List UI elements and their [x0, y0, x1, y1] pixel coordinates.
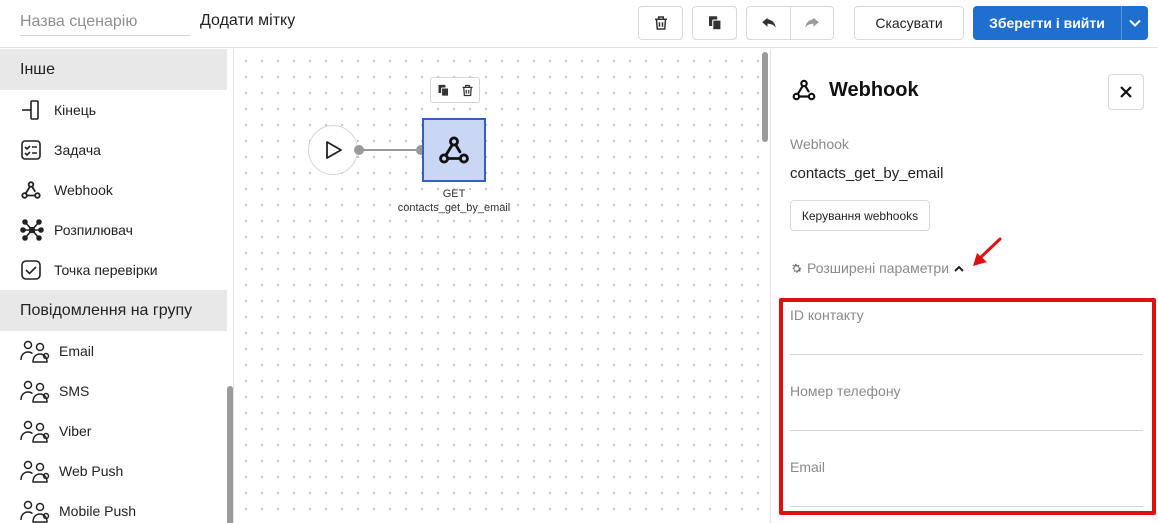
top-bar: Додати мітку Скасувати Зберегти і вийти — [0, 0, 1158, 48]
webhook-node[interactable] — [422, 118, 486, 182]
email-field: Email — [790, 459, 1143, 507]
sidebar-item-label: Webhook — [54, 182, 113, 198]
undo-icon — [759, 14, 779, 32]
panel-title-text: Webhook — [829, 78, 919, 101]
connector-handle[interactable] — [354, 145, 364, 155]
sidebar-item-label: Mobile Push — [59, 503, 137, 519]
phone-input[interactable] — [790, 399, 1143, 423]
webhook-icon — [437, 133, 471, 167]
copy-icon[interactable] — [436, 83, 451, 98]
contact-id-label: ID контакту — [790, 307, 864, 323]
save-and-exit-button[interactable]: Зберегти і вийти — [973, 6, 1121, 40]
save-button-group: Зберегти і вийти — [973, 6, 1148, 40]
sidebar-item-label: Web Push — [59, 463, 124, 479]
flow-canvas[interactable]: GET contacts_get_by_email — [234, 49, 770, 523]
node-method: GET — [442, 188, 466, 200]
group-viber-icon — [20, 420, 52, 443]
blocks-sidebar: Інше Кінець Задача Webhook Розпилювач То… — [0, 49, 234, 523]
sidebar-item-label: SMS — [59, 383, 90, 399]
close-button[interactable] — [1108, 74, 1144, 110]
section-header-other[interactable]: Інше — [0, 49, 227, 90]
sidebar-item-group-viber[interactable]: Viber — [0, 411, 233, 451]
sidebar-item-label: Viber — [59, 423, 92, 439]
task-icon — [20, 139, 46, 161]
webhook-settings-panel: Webhook Webhook contacts_get_by_email Ке… — [770, 49, 1158, 523]
webhook-icon — [20, 179, 46, 201]
chevron-down-icon — [1129, 19, 1141, 27]
manage-webhooks-button[interactable]: Керування webhooks — [790, 200, 930, 231]
sidebar-scrollbar[interactable] — [227, 386, 233, 523]
splitter-icon — [20, 219, 46, 241]
sidebar-item-webhook[interactable]: Webhook — [0, 170, 233, 210]
redo-icon — [802, 14, 822, 32]
panel-title: Webhook — [791, 77, 919, 103]
email-input[interactable] — [790, 475, 1143, 499]
add-tag-link[interactable]: Додати мітку — [200, 12, 295, 30]
trash-icon — [652, 14, 670, 32]
annotation-arrow-icon — [973, 237, 1002, 266]
close-icon — [1119, 85, 1133, 99]
webhook-icon — [791, 77, 817, 103]
undo-redo-group — [746, 6, 834, 40]
group-email-icon — [20, 340, 52, 363]
advanced-settings-toggle[interactable]: Розширені параметри — [790, 260, 964, 276]
start-node[interactable] — [308, 125, 358, 175]
group-webpush-icon — [20, 460, 52, 483]
sidebar-item-group-mobilepush[interactable]: Mobile Push — [0, 491, 233, 523]
sidebar-item-label: Кінець — [54, 102, 97, 118]
group-mobilepush-icon — [20, 500, 52, 523]
phone-label: Номер телефону — [790, 383, 901, 399]
sidebar-item-label: Email — [59, 343, 95, 359]
webhook-field-value[interactable]: contacts_get_by_email — [790, 165, 943, 182]
trash-icon[interactable] — [460, 83, 475, 98]
sidebar-item-group-webpush[interactable]: Web Push — [0, 451, 233, 491]
sidebar-item-splitter[interactable]: Розпилювач — [0, 210, 233, 250]
scenario-name-input[interactable] — [20, 8, 190, 36]
sidebar-item-label: Розпилювач — [54, 222, 133, 238]
canvas-scrollbar[interactable] — [762, 52, 768, 142]
node-toolbar — [430, 77, 480, 103]
sidebar-item-group-sms[interactable]: SMS — [0, 371, 233, 411]
play-icon — [322, 139, 344, 161]
node-name: contacts_get_by_email — [397, 202, 511, 214]
group-sms-icon — [20, 380, 52, 403]
sidebar-item-group-email[interactable]: Email — [0, 331, 233, 371]
sidebar-item-task[interactable]: Задача — [0, 130, 233, 170]
webhook-field-label: Webhook — [790, 136, 849, 152]
sidebar-item-checkpoint[interactable]: Точка перевірки — [0, 250, 233, 290]
undo-button[interactable] — [747, 7, 790, 39]
advanced-settings-label: Розширені параметри — [807, 260, 950, 276]
webhook-node-label: GET contacts_get_by_email — [354, 187, 554, 215]
flow-connector — [358, 149, 422, 151]
cancel-button[interactable]: Скасувати — [854, 6, 964, 40]
end-icon — [20, 99, 46, 121]
contact-id-field: ID контакту — [790, 307, 1143, 355]
gear-icon — [790, 262, 803, 275]
redo-button[interactable] — [790, 7, 833, 39]
save-options-dropdown[interactable] — [1121, 6, 1148, 40]
chevron-up-icon — [954, 265, 964, 272]
section-header-group-message[interactable]: Повідомлення на групу — [0, 290, 227, 331]
copy-icon — [706, 14, 724, 32]
sidebar-item-end[interactable]: Кінець — [0, 90, 233, 130]
phone-field: Номер телефону — [790, 383, 1143, 431]
sidebar-item-label: Задача — [54, 142, 101, 158]
delete-button[interactable] — [638, 6, 683, 40]
contact-id-input[interactable] — [790, 323, 1143, 347]
email-label: Email — [790, 459, 826, 475]
checkpoint-icon — [20, 259, 46, 281]
copy-button[interactable] — [692, 6, 737, 40]
sidebar-item-label: Точка перевірки — [54, 262, 158, 278]
